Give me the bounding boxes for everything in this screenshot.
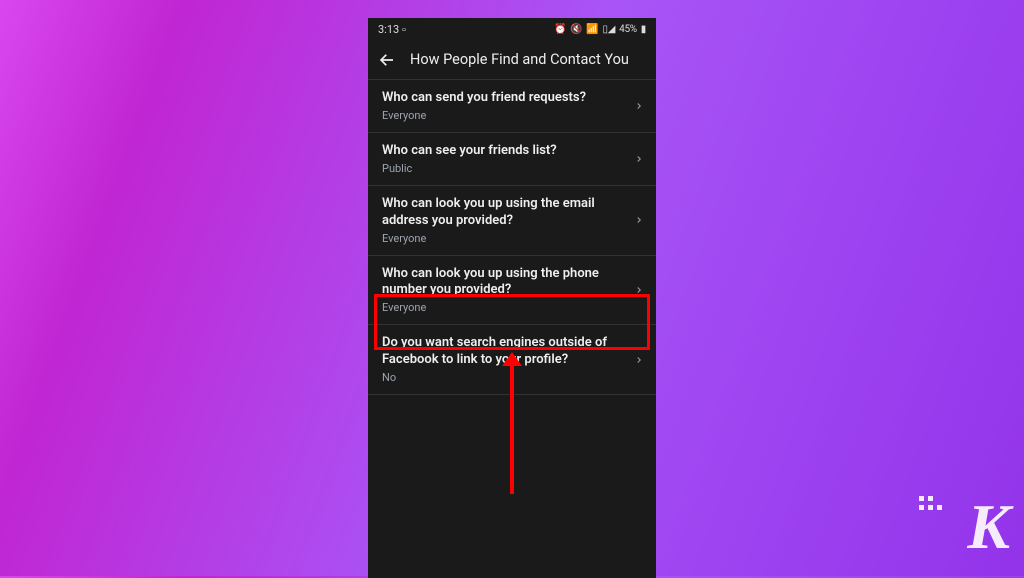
chevron-right-icon [634,355,644,365]
status-time: 3:13 ▫ [378,23,406,36]
status-icons: ⏰ 🔇 📶 ▯◢ 45% ▮ [554,24,646,35]
watermark-dots [919,496,942,510]
setting-friends-list[interactable]: Who can see your friends list? Public [368,133,656,186]
mute-icon: 🔇 [570,24,582,35]
signal-icon: ▯◢ [603,24,616,35]
settings-list: Who can send you friend requests? Everyo… [368,80,656,578]
phone-screen: 3:13 ▫ ⏰ 🔇 📶 ▯◢ 45% ▮ How People Find an… [368,18,656,578]
setting-value: Everyone [382,232,624,245]
setting-title: Who can look you up using the phone numb… [382,266,624,300]
setting-value: Everyone [382,301,624,314]
setting-title: Who can see your friends list? [382,143,624,160]
chevron-right-icon [634,215,644,225]
chevron-right-icon [634,101,644,111]
chevron-right-icon [634,285,644,295]
app-header: How People Find and Contact You [368,40,656,80]
alarm-icon: ⏰ [554,24,566,35]
setting-value: No [382,371,624,384]
time-text: 3:13 [378,23,399,36]
setting-lookup-phone[interactable]: Who can look you up using the phone numb… [368,256,656,326]
setting-lookup-email[interactable]: Who can look you up using the email addr… [368,186,656,256]
arrow-annotation [510,364,514,494]
back-button[interactable] [378,51,396,69]
watermark-logo: K [967,490,1008,564]
setting-value: Public [382,162,624,175]
page-title: How People Find and Contact You [410,51,629,68]
battery-icon: ▮ [641,24,646,35]
setting-value: Everyone [382,109,624,122]
status-bar: 3:13 ▫ ⏰ 🔇 📶 ▯◢ 45% ▮ [368,18,656,40]
battery-text: 45% [619,24,637,35]
notification-icon: ▫ [402,23,406,36]
chevron-right-icon [634,154,644,164]
setting-title: Who can send you friend requests? [382,90,624,107]
setting-friend-requests[interactable]: Who can send you friend requests? Everyo… [368,80,656,133]
setting-title: Who can look you up using the email addr… [382,196,624,230]
wifi-icon: 📶 [586,24,598,35]
